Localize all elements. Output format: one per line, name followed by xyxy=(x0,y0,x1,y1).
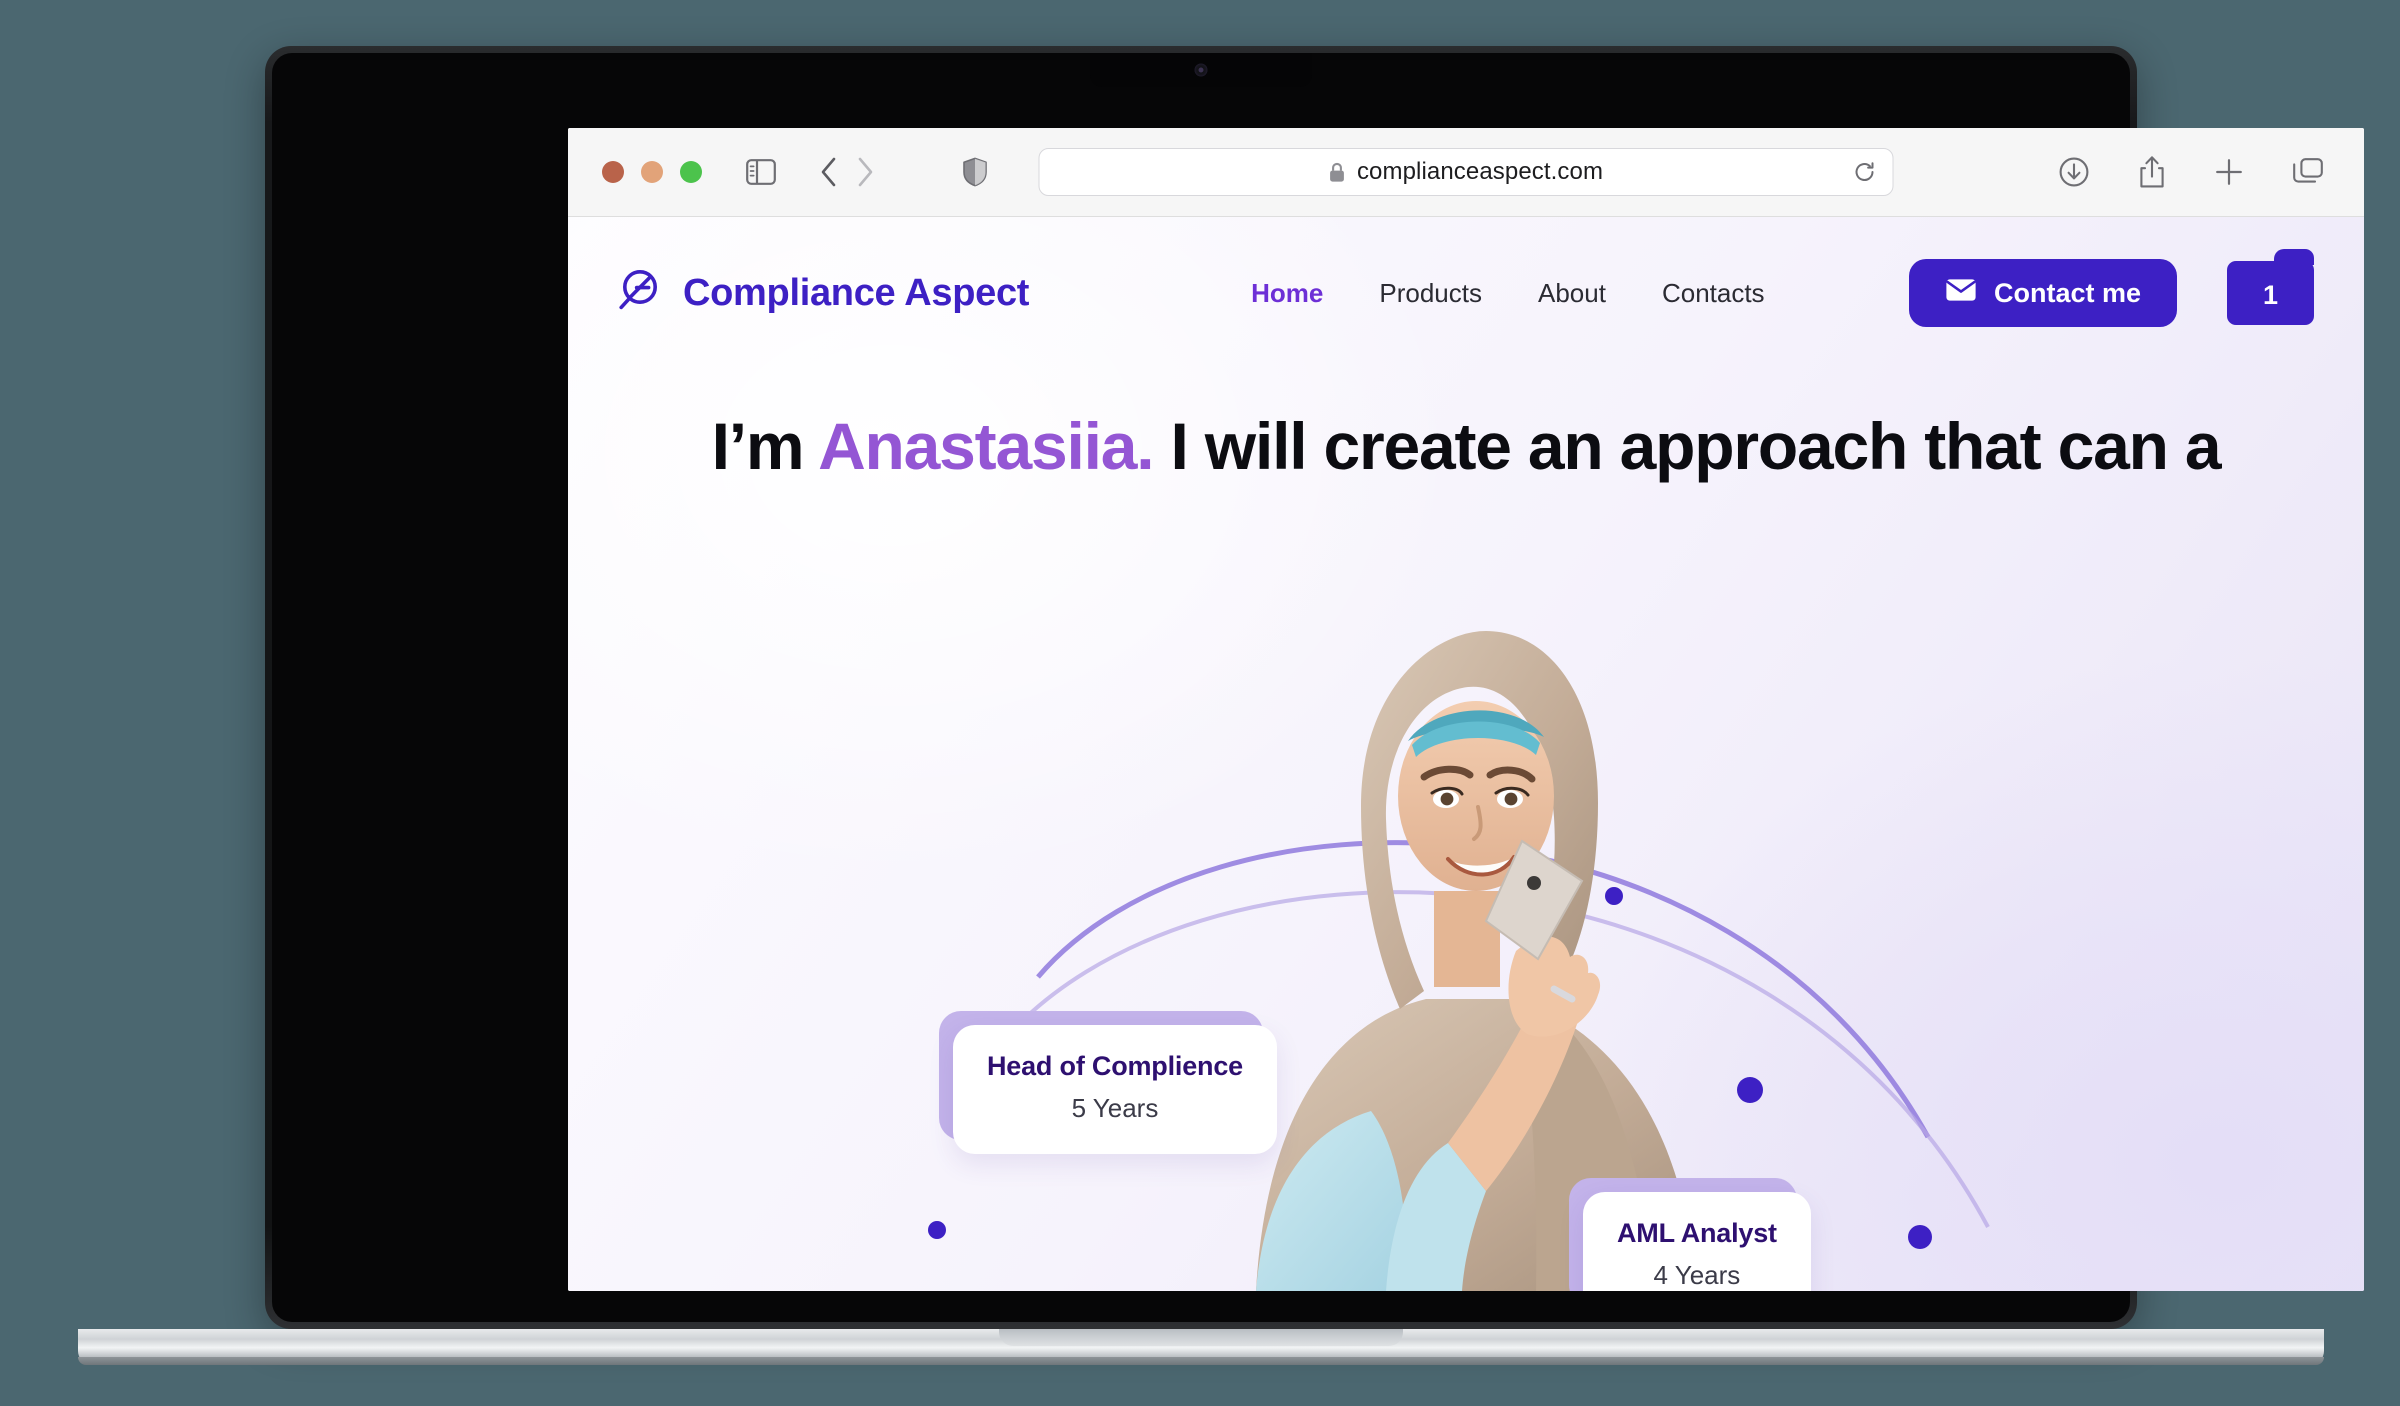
address-bar[interactable]: complianceaspect.com xyxy=(1038,148,1894,196)
card-years-label: 4 Years xyxy=(1653,1260,1741,1290)
minimize-window-button[interactable] xyxy=(641,161,663,183)
website-viewport: Compliance Aspect Home Products About Co… xyxy=(568,217,2364,1291)
downloads-icon[interactable] xyxy=(2058,156,2090,188)
site-logo-text: Compliance Aspect xyxy=(683,271,1030,314)
screenshot-stage: complianceaspect.com Compliance Aspect H… xyxy=(0,0,2400,1406)
card-front-panel: Head of Complience 5 Years xyxy=(953,1025,1277,1154)
lock-icon xyxy=(1329,162,1346,183)
laptop-base xyxy=(78,1329,2324,1365)
share-icon[interactable] xyxy=(2138,155,2166,189)
laptop-base-foot xyxy=(78,1357,2324,1365)
info-card-head-of-compliance[interactable]: Head of Complience 5 Years xyxy=(939,1011,1277,1154)
main-navigation: Home Products About Contacts xyxy=(1251,278,1764,309)
hero-prefix: I’m xyxy=(711,409,819,483)
hero-suffix: I will create an approach that xyxy=(1153,409,2042,483)
hero-name: Anastasiia. xyxy=(818,409,1155,483)
screen: complianceaspect.com Compliance Aspect H… xyxy=(568,128,2364,1291)
laptop-notch xyxy=(1090,53,1312,87)
card-front-panel: AML Analyst 4 Years xyxy=(1583,1192,1811,1291)
forward-arrow-icon[interactable] xyxy=(854,156,876,188)
laptop-base-notch xyxy=(999,1329,1403,1346)
compliance-logo-icon xyxy=(618,267,666,320)
folder-badge[interactable]: 1 xyxy=(2227,249,2314,325)
plus-icon[interactable] xyxy=(2214,157,2244,187)
navigation-arrows xyxy=(818,156,876,188)
folder-badge-count: 1 xyxy=(2262,279,2279,310)
window-traffic-lights xyxy=(602,161,702,183)
toolbar-right-icons xyxy=(2058,155,2324,189)
camera-icon xyxy=(1194,63,1208,77)
contact-me-label: Contact me xyxy=(1993,277,2141,308)
site-header: Compliance Aspect Home Products About Co… xyxy=(568,217,2364,327)
info-card-aml-analyst[interactable]: AML Analyst 4 Years xyxy=(1569,1178,1811,1291)
sidebar-icon[interactable] xyxy=(746,159,776,185)
card-role-label: Head of Complience xyxy=(987,1051,1243,1081)
back-arrow-icon[interactable] xyxy=(818,156,840,188)
nav-item-products[interactable]: Products xyxy=(1379,278,1482,309)
reload-icon[interactable] xyxy=(1853,160,1877,184)
hero-line-2: can a xyxy=(2057,409,2222,483)
accent-dot xyxy=(928,1221,946,1239)
site-logo[interactable]: Compliance Aspect xyxy=(618,267,1029,320)
tab-overview-icon[interactable] xyxy=(2292,157,2324,187)
laptop-lid: complianceaspect.com Compliance Aspect H… xyxy=(265,46,2364,1329)
accent-dot xyxy=(1908,1225,1932,1249)
url-text: complianceaspect.com xyxy=(1356,158,1604,185)
card-years-label: 5 Years xyxy=(1071,1093,1159,1123)
browser-toolbar: complianceaspect.com xyxy=(568,128,2364,217)
contact-me-button[interactable]: Contact me xyxy=(1908,259,2177,327)
hero-title: I’m Anastasiia. I will create an approac… xyxy=(568,403,2364,490)
nav-item-about[interactable]: About xyxy=(1538,278,1606,309)
header-actions: Contact me 1 xyxy=(1908,249,2314,327)
card-role-label: AML Analyst xyxy=(1617,1218,1777,1248)
close-window-button[interactable] xyxy=(602,161,624,183)
privacy-shield-icon[interactable] xyxy=(962,157,988,187)
envelope-icon xyxy=(1945,278,1977,309)
nav-item-contacts[interactable]: Contacts xyxy=(1662,278,1765,309)
zoom-window-button[interactable] xyxy=(680,161,702,183)
nav-item-home[interactable]: Home xyxy=(1251,278,1323,309)
